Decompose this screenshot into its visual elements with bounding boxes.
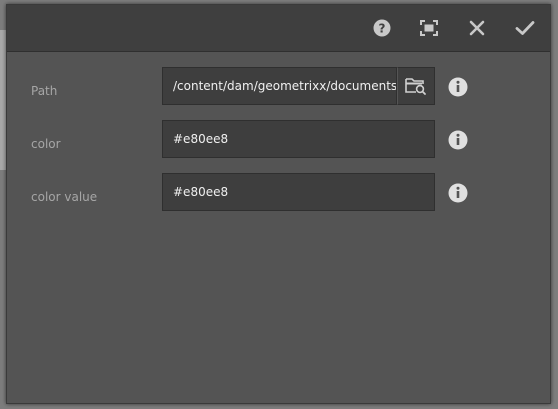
edit-dialog: ? Path /content/dam/geometrixx/documents — [6, 4, 551, 404]
close-icon — [469, 20, 485, 36]
help-icon: ? — [373, 19, 391, 37]
path-input[interactable]: /content/dam/geometrixx/documents — [162, 67, 397, 105]
color-info-icon[interactable] — [448, 130, 468, 150]
fullscreen-icon — [420, 20, 438, 36]
cancel-button[interactable] — [465, 16, 489, 40]
fullscreen-button[interactable] — [417, 16, 441, 40]
color-value-input[interactable]: #e80ee8 — [162, 173, 435, 211]
path-label: Path — [31, 84, 58, 98]
path-info-icon[interactable] — [448, 77, 468, 97]
svg-text:?: ? — [379, 22, 386, 36]
color-label: color — [31, 137, 61, 151]
check-icon — [515, 21, 535, 35]
color-value-info-icon[interactable] — [448, 183, 468, 203]
color-input[interactable]: #e80ee8 — [162, 120, 435, 158]
dialog-toolbar: ? — [7, 5, 550, 52]
help-button[interactable]: ? — [370, 16, 394, 40]
browse-path-button[interactable] — [397, 67, 435, 105]
color-value-label: color value — [31, 190, 98, 204]
folder-search-icon — [405, 78, 426, 95]
done-button[interactable] — [513, 16, 537, 40]
